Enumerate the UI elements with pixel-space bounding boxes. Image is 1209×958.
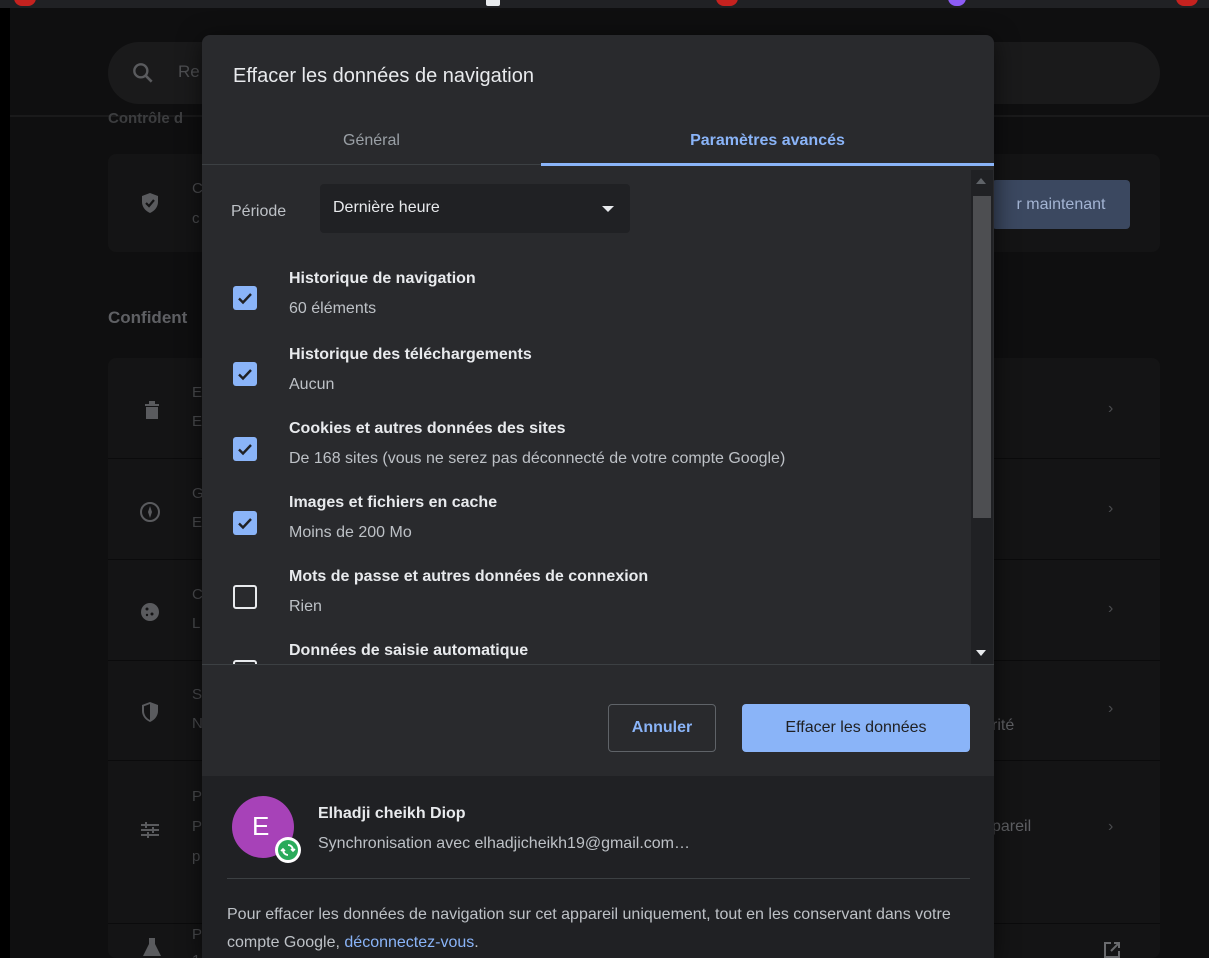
sliders-icon <box>141 822 159 838</box>
tab-favicon-red[interactable] <box>716 0 738 6</box>
option-cookies: Cookies et autres données des sites De 1… <box>202 404 962 478</box>
tab-general[interactable]: Général <box>202 117 541 165</box>
options-scroll-area[interactable]: Période Dernière heure Historique de nav… <box>202 166 994 664</box>
trash-icon <box>145 401 159 419</box>
tab-favicon-purple[interactable] <box>948 0 966 6</box>
clear-browsing-data-dialog: Effacer les données de navigation Généra… <box>202 35 994 958</box>
dropdown-arrow-icon <box>602 206 614 212</box>
option-subtitle: Rien <box>289 598 322 615</box>
row-right-text: pareil <box>992 818 1032 835</box>
clear-data-button[interactable]: Effacer les données <box>742 704 970 752</box>
row-text-fragment: E <box>192 514 203 531</box>
option-browsing-history: Historique de navigation 60 éléments <box>202 254 962 328</box>
search-icon <box>133 63 153 83</box>
passwords-checkbox[interactable] <box>233 585 257 609</box>
checkmark-icon <box>238 444 252 456</box>
checkmark-icon <box>238 369 252 381</box>
checkmark-icon <box>238 518 252 530</box>
card-text-fragment: c <box>192 210 200 227</box>
download-history-checkbox[interactable] <box>233 362 257 386</box>
row-text-fragment: P <box>192 926 203 943</box>
option-download-history: Historique des téléchargements Aucun <box>202 330 962 404</box>
chevron-right-icon[interactable]: › <box>1108 600 1113 618</box>
chevron-right-icon[interactable]: › <box>1108 400 1113 418</box>
screen: Re Contrôle d C c r maintenant Confident… <box>0 0 1209 958</box>
shield-check-icon <box>142 193 158 213</box>
cache-checkbox[interactable] <box>233 511 257 535</box>
option-title: Mots de passe et autres données de conne… <box>289 568 649 585</box>
search-placeholder: Re <box>178 62 200 81</box>
chevron-right-icon[interactable]: › <box>1108 818 1113 836</box>
scrollbar-thumb[interactable] <box>973 196 991 518</box>
cookie-icon <box>141 603 159 621</box>
scroll-up-arrow-icon[interactable] <box>976 178 986 184</box>
dialog-tabs: Général Paramètres avancés <box>202 117 994 166</box>
browser-top-strip <box>0 0 1209 8</box>
sign-out-note: Pour effacer les données de navigation s… <box>227 901 977 957</box>
option-title: Images et fichiers en cache <box>289 494 498 511</box>
row-text-fragment: L <box>192 615 201 632</box>
cancel-button[interactable]: Annuler <box>608 704 716 752</box>
sync-icon <box>280 844 296 856</box>
sign-out-link[interactable]: déconnectez-vous <box>344 934 474 951</box>
check-now-button[interactable]: r maintenant <box>992 180 1130 229</box>
dialog-title: Effacer les données de navigation <box>233 65 534 87</box>
chevron-right-icon[interactable]: › <box>1108 500 1113 518</box>
option-passwords: Mots de passe et autres données de conne… <box>202 552 962 626</box>
avatar-letter: E <box>252 811 270 841</box>
option-cache: Images et fichiers en cache Moins de 200… <box>202 478 962 552</box>
row-text-fragment: S <box>192 686 203 703</box>
option-autofill: Données de saisie automatique <box>202 626 962 664</box>
row-text-fragment: E <box>192 384 203 401</box>
tab-favicon-red[interactable] <box>1176 0 1198 6</box>
sync-badge <box>275 837 301 863</box>
account-sync-status: Synchronisation avec elhadjicheikh19@gma… <box>318 835 690 852</box>
option-title: Cookies et autres données des sites <box>289 420 566 437</box>
section-heading-confidentialite: Confident <box>108 308 188 327</box>
account-section: E Elhadji cheikh Diop Synchronisation av… <box>202 776 994 958</box>
cookies-checkbox[interactable] <box>233 437 257 461</box>
row-text-fragment: P <box>192 788 203 805</box>
row-right-text: rité <box>992 717 1015 734</box>
section-heading-controle: Contrôle d <box>108 110 183 127</box>
sign-out-note-end: . <box>474 934 479 951</box>
time-range-label: Période <box>231 203 287 220</box>
row-text-fragment: P <box>192 818 203 835</box>
option-subtitle: Aucun <box>289 376 335 393</box>
account-divider <box>227 878 970 879</box>
option-title: Données de saisie automatique <box>289 642 529 659</box>
flask-icon <box>143 938 161 956</box>
open-in-new-icon[interactable] <box>1100 938 1124 958</box>
tab-advanced[interactable]: Paramètres avancés <box>541 117 994 166</box>
sign-out-note-text: Pour effacer les données de navigation s… <box>227 906 951 951</box>
row-text-fragment: p <box>192 848 201 865</box>
shield-icon <box>142 702 158 722</box>
compass-icon <box>140 502 160 522</box>
option-title: Historique des téléchargements <box>289 346 532 363</box>
time-range-select[interactable]: Dernière heure <box>320 184 630 233</box>
tab-favicon-white[interactable] <box>486 0 500 6</box>
tab-favicon-red[interactable] <box>14 0 36 6</box>
row-text-fragment: 1 <box>192 952 200 958</box>
options-scrollbar[interactable] <box>971 170 993 664</box>
account-name: Elhadji cheikh Diop <box>318 805 466 822</box>
time-range-value: Dernière heure <box>333 199 440 216</box>
chevron-right-icon[interactable]: › <box>1108 700 1113 718</box>
option-subtitle: Moins de 200 Mo <box>289 524 412 541</box>
option-subtitle: De 168 sites (vous ne serez pas déconnec… <box>289 450 786 467</box>
dialog-footer-divider <box>202 664 994 665</box>
option-title: Historique de navigation <box>289 270 476 287</box>
option-subtitle: 60 éléments <box>289 300 377 317</box>
browsing-history-checkbox[interactable] <box>233 286 257 310</box>
row-text-fragment: E <box>192 413 203 430</box>
scroll-down-arrow-icon[interactable] <box>976 650 986 656</box>
checkmark-icon <box>238 293 252 305</box>
